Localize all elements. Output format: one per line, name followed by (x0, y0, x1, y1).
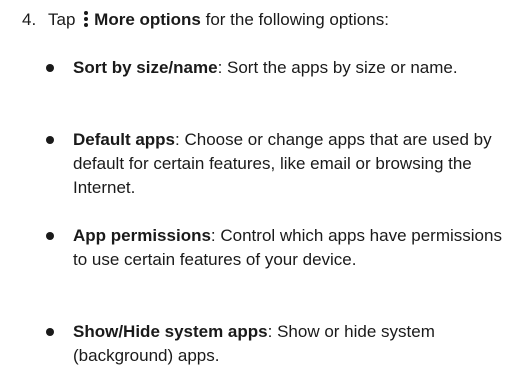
list-item-app-permissions: App permissions: Control which apps have… (46, 224, 518, 272)
step-prefix: Tap (48, 10, 76, 29)
list-item-default-apps: Default apps: Choose or change apps that… (46, 128, 518, 200)
step-number: 4. (22, 10, 37, 29)
option-title: Default apps (73, 130, 176, 149)
step-suffix: for the following options: (205, 10, 389, 29)
more-options-label: More options (94, 10, 201, 29)
bullet-icon (46, 328, 54, 336)
bullet-icon (46, 64, 54, 72)
option-title: App permissions (73, 226, 211, 245)
option-description: : Sort the apps by size or name. (217, 58, 458, 77)
list-item-system-apps: Show/Hide system apps: Show or hide syst… (46, 320, 518, 368)
bullet-icon (46, 232, 54, 240)
option-title: Sort by size/name (73, 58, 218, 77)
bullet-icon (46, 136, 54, 144)
step-instruction: 4. Tap More options for the following opt… (22, 8, 522, 32)
option-title: Show/Hide system apps (73, 322, 268, 341)
more-options-icon (84, 11, 89, 27)
list-item-sort: Sort by size/name: Sort the apps by size… (46, 56, 518, 80)
